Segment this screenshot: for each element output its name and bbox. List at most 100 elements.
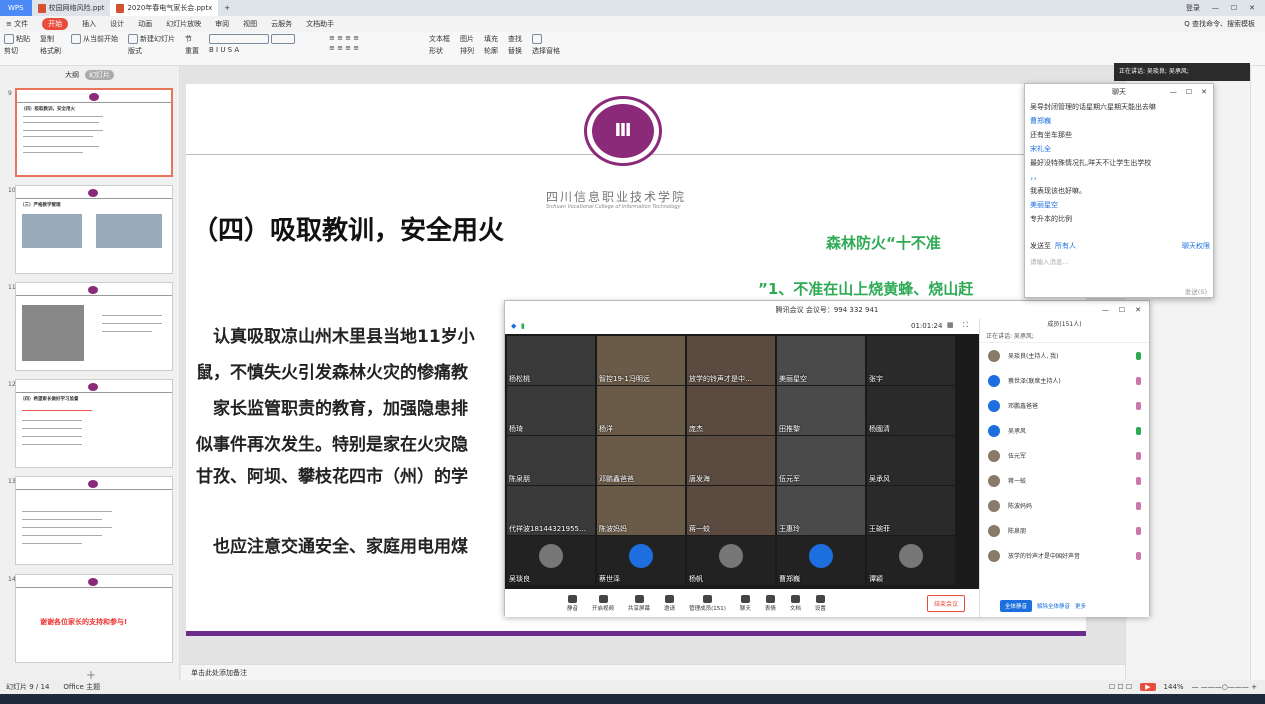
video-tile[interactable]: 蒋一蛟 xyxy=(687,486,775,535)
slide-thumb-13[interactable] xyxy=(15,476,173,565)
replace-button[interactable]: 替换 xyxy=(508,46,522,56)
menu-slideshow[interactable]: 幻灯片放映 xyxy=(166,19,201,29)
invite-button[interactable]: 邀请 xyxy=(664,594,675,612)
slide-thumb-9[interactable]: （四）吸取教训，安全用火 xyxy=(15,88,173,177)
format-painter-button[interactable]: 格式刷 xyxy=(40,46,61,56)
tab-doc-1[interactable]: 校园网络风险.ppt xyxy=(32,0,111,16)
zoom-slider[interactable]: — ———○——— + xyxy=(1192,683,1257,691)
slideshow-button[interactable]: ▶ xyxy=(1140,683,1156,691)
menu-cloud[interactable]: 云服务 xyxy=(271,19,292,29)
video-tile[interactable]: 吴琰良 xyxy=(507,536,595,585)
paste-button[interactable]: 粘贴 xyxy=(4,34,30,44)
zoom-level[interactable]: 144% xyxy=(1164,683,1184,691)
chat-permission-button[interactable]: 聊天权限 xyxy=(1182,241,1210,251)
video-tile[interactable]: 蔡世泽 xyxy=(597,536,685,585)
section-button[interactable]: 节 xyxy=(185,34,199,44)
member-row[interactable]: 吴琰良(主持人, 我) xyxy=(980,343,1149,368)
video-tile[interactable]: 陈泉朋 xyxy=(507,436,595,485)
minimize-icon[interactable]: — xyxy=(1102,306,1109,314)
notes-pane[interactable]: 单击此处添加备注 xyxy=(181,664,1125,680)
font-style-buttons[interactable]: B I U S A xyxy=(209,46,319,54)
layout-icon[interactable]: ▦ xyxy=(947,321,954,329)
minimize-icon[interactable]: — xyxy=(1212,4,1219,12)
close-icon[interactable]: ✕ xyxy=(1201,88,1207,96)
selection-pane-button[interactable] xyxy=(532,34,560,44)
arrange-button[interactable]: 排列 xyxy=(460,46,474,56)
chat-input[interactable]: 请输入消息... xyxy=(1030,256,1069,266)
chat-send-button[interactable]: 发送(S) xyxy=(1185,286,1207,296)
video-tile[interactable]: 曹郑巍 xyxy=(777,536,865,585)
video-tile[interactable]: 伍元军 xyxy=(777,436,865,485)
login-button[interactable]: 登录 xyxy=(1186,3,1200,13)
list-icons[interactable]: ≡ ≡ ≡ ≡ xyxy=(329,34,419,42)
member-row[interactable]: 蔡世泽(联席主持人) xyxy=(980,368,1149,393)
find-button[interactable]: 查找 xyxy=(508,34,522,44)
command-search[interactable]: Q 查找命令、搜索模板 xyxy=(1184,19,1265,29)
menu-insert[interactable]: 插入 xyxy=(82,19,96,29)
video-tile[interactable]: 杨國清 xyxy=(867,386,955,435)
manage-members-button[interactable]: 管理成员(151) xyxy=(689,594,726,612)
member-row[interactable]: 放学的铃声才是中国好声音 xyxy=(980,543,1149,568)
video-tile[interactable]: 美丽星空 xyxy=(777,336,865,385)
video-tile[interactable]: 庞杰 xyxy=(687,386,775,435)
play-from-current-button[interactable]: 从当前开始 xyxy=(71,34,118,44)
video-tile[interactable]: 吴承风 xyxy=(867,436,955,485)
video-tile[interactable]: 杨洋 xyxy=(597,386,685,435)
close-icon[interactable]: ✕ xyxy=(1135,306,1141,314)
maximize-icon[interactable]: ☐ xyxy=(1231,4,1237,12)
share-screen-button[interactable]: 共享屏幕 xyxy=(628,594,650,612)
menu-view[interactable]: 视图 xyxy=(243,19,257,29)
chat-button[interactable]: 聊天 xyxy=(740,594,751,612)
end-meeting-button[interactable]: 结束会议 xyxy=(926,594,965,612)
video-tile[interactable]: 张宇 xyxy=(867,336,955,385)
tab-slides[interactable]: 幻灯片 xyxy=(85,70,114,80)
video-tile[interactable]: 杨松桃 xyxy=(507,336,595,385)
member-row[interactable]: 邓鹏鑫爸爸 xyxy=(980,393,1149,418)
member-row[interactable]: 陈泉朋 xyxy=(980,518,1149,543)
more-button[interactable]: 更多 xyxy=(1075,602,1086,610)
reset-button[interactable]: 重置 xyxy=(185,46,199,56)
menu-assistant[interactable]: 文档助手 xyxy=(306,19,334,29)
shape-button[interactable]: 形状 xyxy=(429,46,450,56)
tab-outline[interactable]: 大纲 xyxy=(65,70,79,80)
view-buttons[interactable]: ☐ ☐ ☐ xyxy=(1109,683,1132,691)
emoji-button[interactable]: 表情 xyxy=(765,594,776,612)
fullscreen-icon[interactable]: ⛶ xyxy=(963,321,968,330)
mute-all-button[interactable]: 全体静音 xyxy=(1000,600,1033,612)
video-tile[interactable]: 王碗菲 xyxy=(867,486,955,535)
wps-logo[interactable]: WPS xyxy=(0,0,32,16)
tab-doc-2[interactable]: 2020年春电气家长会.pptx xyxy=(110,0,219,16)
slide-thumb-10[interactable]: （三）严格教学管理 xyxy=(15,185,173,274)
outline-button[interactable]: 轮廓 xyxy=(484,46,498,56)
video-button[interactable]: 开启视频 xyxy=(592,594,614,612)
maximize-icon[interactable]: ☐ xyxy=(1119,306,1125,314)
video-tile[interactable]: 杨琦 xyxy=(507,386,595,435)
menu-design[interactable]: 设计 xyxy=(110,19,124,29)
video-tile[interactable]: 邓鹏鑫爸爸 xyxy=(597,436,685,485)
document-button[interactable]: 文档 xyxy=(790,594,801,612)
fill-button[interactable]: 填充 xyxy=(484,34,498,44)
layout-button[interactable]: 版式 xyxy=(128,46,175,56)
selection-pane-label[interactable]: 选择窗格 xyxy=(532,46,560,56)
member-row[interactable]: 伍元军 xyxy=(980,443,1149,468)
slide-thumb-12[interactable]: （四）希望家长做好学习监督 xyxy=(15,379,173,468)
unmute-all-button[interactable]: 解除全体静音 xyxy=(1037,602,1070,610)
recipient-select[interactable]: 所有人 xyxy=(1055,241,1076,251)
member-row[interactable]: 吴承风 xyxy=(980,418,1149,443)
picture-button[interactable]: 图片 xyxy=(460,34,474,44)
tab-start[interactable]: 开始 xyxy=(42,18,69,30)
maximize-icon[interactable]: ☐ xyxy=(1186,88,1192,96)
file-menu[interactable]: ≡ 文件 xyxy=(6,19,28,29)
menu-review[interactable]: 审阅 xyxy=(215,19,229,29)
settings-button[interactable]: 设置 xyxy=(815,594,826,612)
align-icons[interactable]: ≡ ≡ ≡ ≡ xyxy=(329,44,419,52)
video-tile[interactable]: 田推黎 xyxy=(777,386,865,435)
video-tile[interactable]: 谭颖 xyxy=(867,536,955,585)
new-tab-button[interactable]: + xyxy=(218,0,236,16)
copy-button[interactable]: 复制 xyxy=(40,34,61,44)
minimize-icon[interactable]: — xyxy=(1170,88,1177,96)
cut-button[interactable]: 剪切 xyxy=(4,46,30,56)
close-icon[interactable]: ✕ xyxy=(1249,4,1255,12)
member-row[interactable]: 陈波妈妈 xyxy=(980,493,1149,518)
textbox-button[interactable]: 文本框 xyxy=(429,34,450,44)
